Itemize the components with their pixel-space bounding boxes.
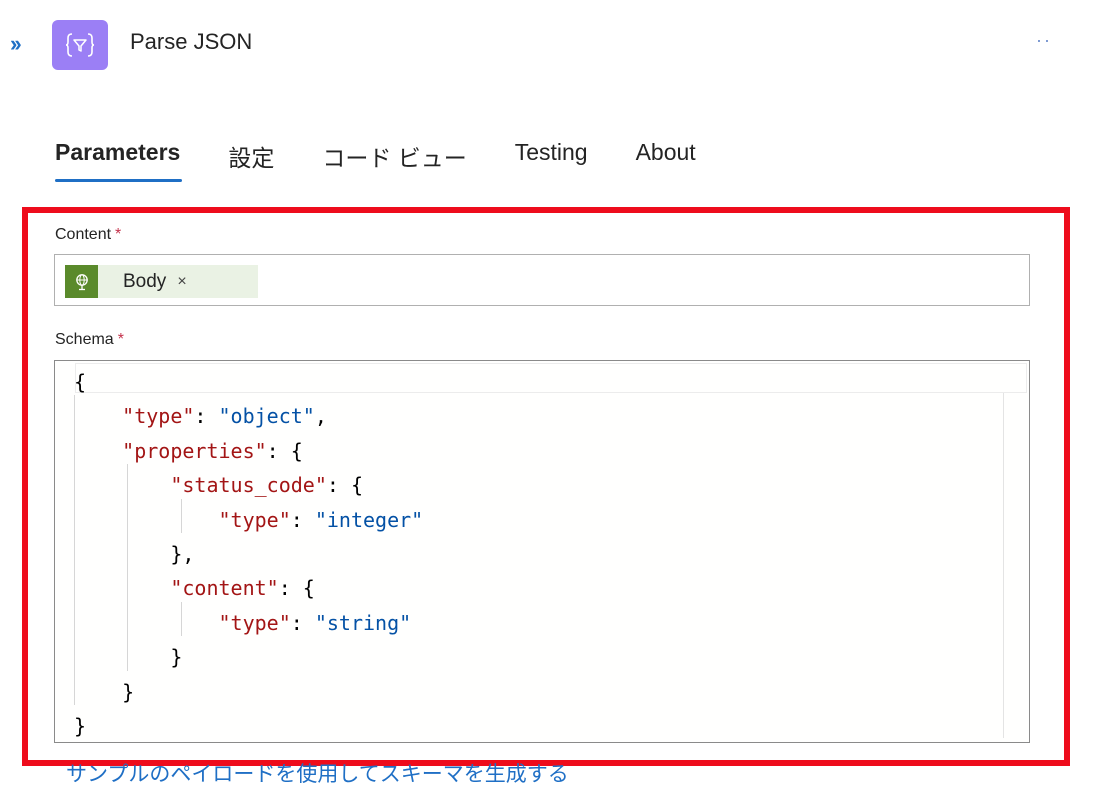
schema-code-editor[interactable]: { "type": "object", "properties": { "sta… [54, 360, 1030, 743]
code-line: } [74, 679, 135, 704]
globe-lightbulb-icon [65, 265, 98, 298]
code-line: } [74, 714, 87, 739]
content-input[interactable]: Body × [54, 254, 1030, 306]
code-line: }, [74, 542, 195, 567]
required-marker: * [117, 331, 124, 348]
required-marker: * [115, 226, 122, 243]
code-line: "type": "string" [218, 610, 412, 635]
schema-label-text: Schema [55, 331, 114, 348]
remove-token-button[interactable]: × [177, 273, 186, 291]
code-line: } [74, 645, 183, 670]
parse-json-action-icon [52, 20, 108, 70]
content-label: Content * [55, 226, 121, 244]
tab-code-view[interactable]: コード ビュー [322, 135, 466, 185]
action-header: ›› Parse JSON ·· [0, 0, 1100, 95]
tab-bar: Parameters 設定 コード ビュー Testing About [55, 135, 744, 185]
action-title: Parse JSON [130, 29, 253, 54]
body-token[interactable]: Body × [65, 265, 258, 298]
code-line: "type": "integer" [218, 507, 424, 532]
schema-code: { "type": "object", "properties": { "sta… [74, 365, 424, 742]
code-line: "content": { [170, 576, 315, 601]
expand-panel-button[interactable]: ›› [10, 30, 38, 58]
code-line: "properties": { [122, 438, 303, 463]
content-label-text: Content [55, 226, 112, 243]
code-line: "type": "object", [122, 404, 327, 429]
tab-parameters[interactable]: Parameters [55, 135, 183, 185]
schema-label: Schema * [55, 331, 124, 349]
code-line: { [74, 370, 87, 394]
code-line: "status_code": { [170, 473, 364, 498]
curly-braces-filter-icon [65, 33, 95, 57]
editor-scrollbar-track[interactable] [1003, 393, 1004, 738]
token-label: Body [123, 270, 167, 292]
tab-testing[interactable]: Testing [515, 135, 588, 185]
tab-settings[interactable]: 設定 [228, 135, 274, 185]
generate-schema-from-sample-link[interactable]: サンプルのペイロードを使用してスキーマを生成する [66, 758, 569, 788]
tab-about[interactable]: About [636, 135, 696, 185]
more-options-button[interactable]: ·· [1036, 30, 1052, 51]
